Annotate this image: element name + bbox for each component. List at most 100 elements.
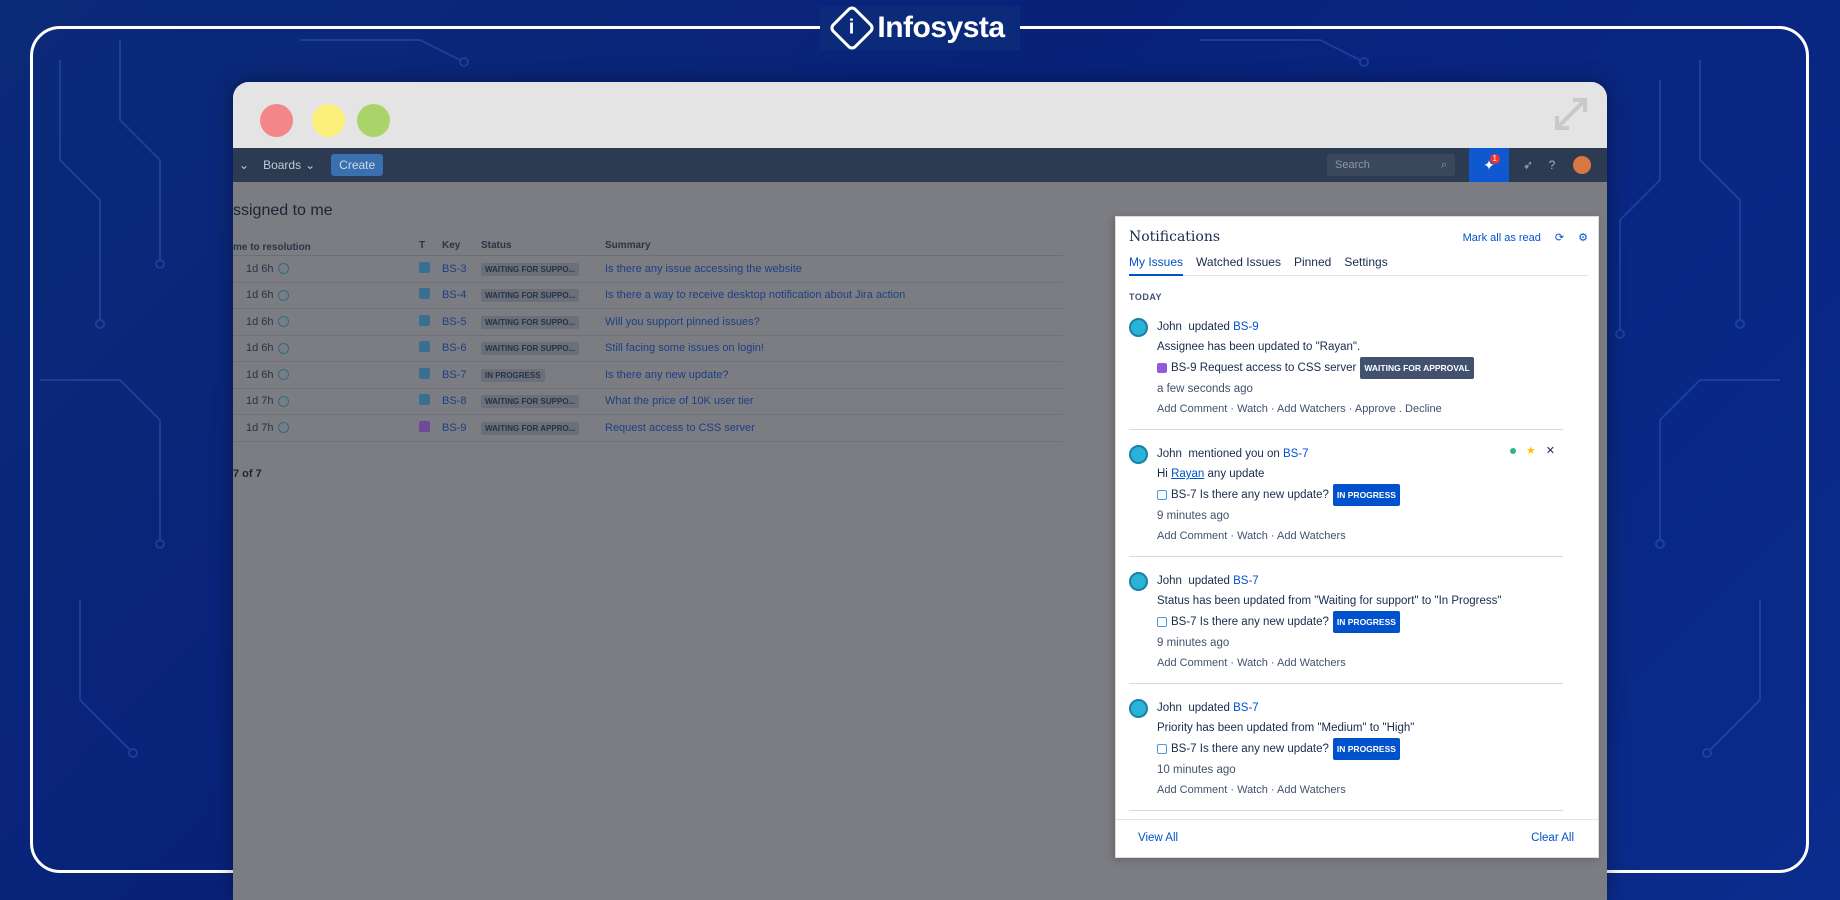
notification-item[interactable]: ★ ✕ John mentioned you on BS-7 Hi Rayan … xyxy=(1129,444,1563,557)
settings-icon[interactable]: ⚙ xyxy=(1578,231,1588,244)
add-watchers-link[interactable]: Add Watchers xyxy=(1277,657,1346,669)
read-status-dot[interactable] xyxy=(1509,447,1516,454)
create-button[interactable]: Create xyxy=(331,154,384,176)
issue-key-link[interactable]: BS-4 xyxy=(442,289,481,301)
add-comment-link[interactable]: Add Comment xyxy=(1157,784,1227,796)
help-icon[interactable]: ? xyxy=(1545,158,1559,172)
column-status[interactable]: Status xyxy=(481,240,605,255)
issue-summary-link[interactable]: Is there a way to receive desktop notifi… xyxy=(605,289,1063,301)
clock-icon xyxy=(277,395,289,407)
issue-summary-link[interactable]: Still facing some issues on login! xyxy=(605,342,1063,354)
tab-settings[interactable]: Settings xyxy=(1344,255,1387,275)
brand-logo: i Infosysta xyxy=(820,3,1020,53)
minimize-window-button[interactable] xyxy=(312,104,345,137)
column-key[interactable]: Key xyxy=(442,240,481,255)
notification-verb: updated xyxy=(1188,702,1230,714)
refresh-icon[interactable]: ⟳ xyxy=(1555,231,1564,244)
table-row[interactable]: 1d 7h BS-8 WAITING FOR SUPPO... What the… xyxy=(233,389,1063,415)
issue-summary-link[interactable]: What the price of 10K user tier xyxy=(605,395,1063,407)
notifications-footer: View All Clear All xyxy=(1116,819,1598,857)
issue-key-link[interactable]: BS-3 xyxy=(442,263,481,275)
add-watchers-link[interactable]: Add Watchers xyxy=(1277,530,1346,542)
chevron-down-icon: ⌄ xyxy=(305,158,316,172)
issue-key-link[interactable]: BS-7 xyxy=(1233,702,1259,714)
table-header: me to resolution T Key Status Summary xyxy=(233,240,1063,256)
table-row[interactable]: 1d 6h BS-3 WAITING FOR SUPPO... Is there… xyxy=(233,256,1063,283)
close-window-button[interactable] xyxy=(260,104,293,137)
tab-pinned[interactable]: Pinned xyxy=(1294,255,1331,275)
watch-link[interactable]: Watch xyxy=(1237,530,1268,542)
column-type[interactable]: T xyxy=(419,240,442,255)
clear-all-link[interactable]: Clear All xyxy=(1531,832,1574,844)
notifications-button[interactable]: ✦ 1 xyxy=(1469,148,1509,182)
table-row[interactable]: 1d 6h BS-7 IN PROGRESS Is there any new … xyxy=(233,362,1063,389)
issue-key-link[interactable]: BS-9 xyxy=(1233,321,1259,333)
issue-summary-link[interactable]: Is there any new update? xyxy=(605,369,1063,381)
infosysta-logo-icon: i xyxy=(828,3,877,53)
issue-key-link[interactable]: BS-8 xyxy=(442,395,481,407)
time-value: 1d 7h xyxy=(246,395,274,408)
add-comment-link[interactable]: Add Comment xyxy=(1157,530,1227,542)
clock-icon xyxy=(277,369,289,381)
browser-window: ⌄ Boards ⌄ Create Search ⌕ ✦ 1 ➶ ? ssign… xyxy=(233,82,1607,900)
add-watchers-link[interactable]: Add Watchers xyxy=(1277,784,1346,796)
issue-key-link[interactable]: BS-7 xyxy=(1233,575,1259,587)
chevron-down-icon[interactable]: ⌄ xyxy=(239,158,249,172)
view-all-link[interactable]: View All xyxy=(1138,832,1178,844)
avatar xyxy=(1129,699,1148,718)
notification-item[interactable]: John updated BS-7 Status has been update… xyxy=(1129,571,1563,684)
issue-key-link[interactable]: BS-7 xyxy=(442,369,481,381)
notification-time: a few seconds ago xyxy=(1157,383,1253,395)
status-lozenge: IN PROGRESS xyxy=(481,368,545,382)
issue-summary-link[interactable]: Request access to CSS server xyxy=(605,422,1063,434)
tab-watched-issues[interactable]: Watched Issues xyxy=(1196,255,1281,275)
close-icon[interactable]: ✕ xyxy=(1546,444,1555,457)
notification-item[interactable]: John updated BS-7 Priority has been upda… xyxy=(1129,698,1563,811)
star-icon[interactable]: ★ xyxy=(1526,444,1536,457)
task-type-icon xyxy=(1157,617,1167,627)
table-row[interactable]: 1d 6h BS-6 WAITING FOR SUPPO... Still fa… xyxy=(233,336,1063,362)
expand-icon[interactable] xyxy=(1553,96,1589,132)
status-badge: IN PROGRESS xyxy=(1332,738,1400,760)
watch-link[interactable]: Watch xyxy=(1237,403,1268,415)
add-comment-link[interactable]: Add Comment xyxy=(1157,403,1227,415)
notification-item[interactable]: John updated BS-9 Assignee has been upda… xyxy=(1129,317,1563,430)
status-badge: WAITING FOR APPROVAL xyxy=(1360,357,1474,379)
issue-title[interactable]: BS-7 Is there any new update? xyxy=(1171,739,1329,759)
issue-key-link[interactable]: BS-6 xyxy=(442,342,481,354)
add-comment-link[interactable]: Add Comment xyxy=(1157,657,1227,669)
issue-key-link[interactable]: BS-7 xyxy=(1283,448,1309,460)
notification-verb: updated xyxy=(1188,575,1230,587)
megaphone-icon[interactable]: ➶ xyxy=(1521,158,1535,172)
mark-all-read-link[interactable]: Mark all as read xyxy=(1463,232,1541,244)
issues-page: ssigned to me me to resolution T Key Sta… xyxy=(233,182,1607,900)
issue-title[interactable]: BS-9 Request access to CSS server xyxy=(1171,358,1356,378)
maximize-window-button[interactable] xyxy=(357,104,390,137)
notification-user: John xyxy=(1157,448,1182,460)
table-row[interactable]: 1d 6h BS-4 WAITING FOR SUPPO... Is there… xyxy=(233,283,1063,309)
column-time-to-resolution[interactable]: me to resolution xyxy=(233,240,419,255)
search-input[interactable]: Search ⌕ xyxy=(1327,154,1455,176)
watch-link[interactable]: Watch xyxy=(1237,657,1268,669)
issue-title[interactable]: BS-7 Is there any new update? xyxy=(1171,612,1329,632)
message-suffix: any update xyxy=(1207,468,1265,480)
user-avatar[interactable] xyxy=(1573,156,1591,174)
issue-key-link[interactable]: BS-5 xyxy=(442,316,481,328)
issue-summary-link[interactable]: Will you support pinned issues? xyxy=(605,316,1063,328)
issue-key-link[interactable]: BS-9 xyxy=(442,422,481,434)
issue-title[interactable]: BS-7 Is there any new update? xyxy=(1171,485,1329,505)
notifications-tabs: My Issues Watched Issues Pinned Settings xyxy=(1129,255,1588,276)
issue-summary-link[interactable]: Is there any issue accessing the website xyxy=(605,263,1063,275)
status-lozenge: WAITING FOR SUPPO... xyxy=(481,262,580,276)
mention-link[interactable]: Rayan xyxy=(1171,468,1204,480)
decline-link[interactable]: Decline xyxy=(1405,403,1442,415)
search-placeholder: Search xyxy=(1335,159,1370,171)
watch-link[interactable]: Watch xyxy=(1237,784,1268,796)
table-row[interactable]: 1d 7h BS-9 WAITING FOR APPRO... Request … xyxy=(233,415,1063,442)
tab-my-issues[interactable]: My Issues xyxy=(1129,255,1184,276)
boards-menu[interactable]: Boards ⌄ xyxy=(263,158,315,172)
add-watchers-link[interactable]: Add Watchers xyxy=(1277,403,1346,415)
approve-link[interactable]: Approve xyxy=(1355,403,1396,415)
table-row[interactable]: 1d 6h BS-5 WAITING FOR SUPPO... Will you… xyxy=(233,309,1063,336)
column-summary[interactable]: Summary xyxy=(605,240,1063,255)
